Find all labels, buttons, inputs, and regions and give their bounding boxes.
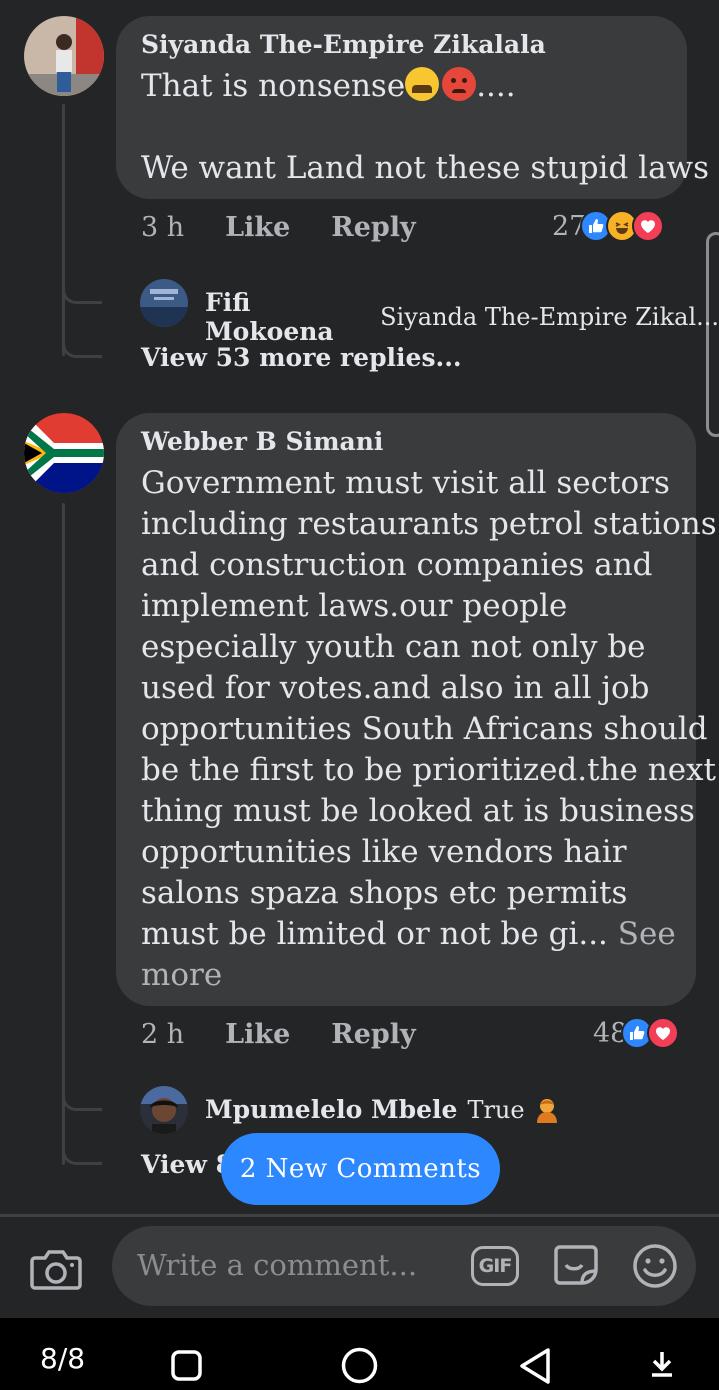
composer-divider xyxy=(0,1214,719,1217)
comment-line-suffix: .... xyxy=(476,68,516,104)
reply-connector xyxy=(62,336,102,358)
gif-icon: GIF xyxy=(478,1255,513,1277)
comment-author[interactable]: Webber B Simani xyxy=(141,427,383,456)
love-reaction-icon xyxy=(647,1017,680,1049)
comment-time: 3 h xyxy=(141,212,185,243)
like-button[interactable]: Like xyxy=(225,1019,290,1050)
angry-face-icon xyxy=(442,67,477,101)
comment-line: and construction companies and xyxy=(141,547,653,583)
avatar[interactable] xyxy=(140,279,188,327)
download-icon xyxy=(652,1352,672,1377)
comment-line: thing must be looked at is business xyxy=(141,793,695,829)
comment-input[interactable]: Write a comment... xyxy=(137,1248,417,1282)
system-navbar: 8/8 xyxy=(0,1318,719,1390)
page-counter: 8/8 xyxy=(40,1342,86,1375)
reply-button[interactable]: Reply xyxy=(331,212,415,243)
comment-composer[interactable]: Write a comment... GIF xyxy=(112,1226,696,1306)
camera-button[interactable] xyxy=(30,1244,82,1292)
avatar[interactable] xyxy=(24,413,104,493)
comment-text: That is nonsense.... xyxy=(141,66,516,107)
comment-line: used for votes.and also in all job xyxy=(141,670,650,706)
new-comments-button[interactable]: 2 New Comments xyxy=(221,1133,500,1205)
emoji-icon xyxy=(633,1244,677,1288)
see-more-link[interactable]: See xyxy=(618,916,676,952)
emoji-button[interactable] xyxy=(632,1243,678,1289)
comment-author[interactable]: Siyanda The-Empire Zikalala xyxy=(141,30,546,59)
view-more-replies[interactable]: View 8 xyxy=(141,1150,233,1179)
reply-preview[interactable]: Mpumelelo Mbele True xyxy=(205,1095,561,1124)
back-icon xyxy=(520,1348,550,1384)
comment-line: opportunities like vendors hair xyxy=(141,834,627,870)
comment-line: Government must visit all sectors xyxy=(141,465,670,501)
comment-time: 2 h xyxy=(141,1019,185,1050)
sticker-button[interactable] xyxy=(552,1241,600,1289)
comment-bubble[interactable]: Siyanda The-Empire Zikalala That is nons… xyxy=(116,16,709,199)
thread-line xyxy=(62,503,65,1165)
comment-line: opportunities South Africans should xyxy=(141,711,708,747)
camera-icon xyxy=(30,1250,82,1290)
comment-line: We want Land not these stupid laws xyxy=(141,150,710,186)
gif-button[interactable]: GIF xyxy=(471,1246,519,1286)
comment-line: implement laws.our people xyxy=(141,588,568,624)
comment-line: especially youth can not only be xyxy=(141,629,646,665)
sticker-icon xyxy=(554,1245,598,1285)
reply-connector xyxy=(62,282,102,304)
comment-line: including restaurants petrol stations xyxy=(141,506,717,542)
reply-preview[interactable]: Fifi Mokoena Siyanda The-Empire Zikal... xyxy=(205,288,719,346)
weary-face-icon xyxy=(405,67,440,101)
home-button[interactable] xyxy=(341,1347,378,1384)
comment-line: be the first to be prioritized.the next xyxy=(141,752,716,788)
comment-meta: 3 h Like Reply xyxy=(141,212,416,243)
reply-author[interactable]: Fifi Mokoena xyxy=(205,288,370,346)
reaction-summary[interactable]: 48 xyxy=(593,1017,680,1049)
person-emoji-icon xyxy=(533,1096,561,1124)
comment-text: Government must visit all sectors includ… xyxy=(141,463,717,996)
comment-line: must be limited or not be gi... See xyxy=(141,914,717,955)
back-button[interactable] xyxy=(518,1347,552,1385)
see-more-link[interactable]: more xyxy=(141,955,717,996)
love-reaction-icon xyxy=(632,210,665,242)
comment-line: salons spaza shops etc permits xyxy=(141,875,628,911)
reaction-summary[interactable]: 27 xyxy=(552,210,665,242)
home-icon xyxy=(341,1347,378,1384)
comment-line: That is nonsense xyxy=(141,68,406,104)
reply-connector xyxy=(62,1143,102,1165)
comment-line-part: must be limited or not be gi... xyxy=(141,916,608,952)
like-button[interactable]: Like xyxy=(225,212,290,243)
recents-icon xyxy=(171,1350,202,1381)
avatar[interactable] xyxy=(140,1086,188,1134)
reply-connector xyxy=(62,1089,102,1111)
reply-text: True xyxy=(467,1095,525,1124)
comment-meta: 2 h Like Reply xyxy=(141,1019,416,1050)
download-button[interactable] xyxy=(650,1350,674,1378)
reply-author[interactable]: Mpumelelo Mbele xyxy=(205,1095,457,1124)
reply-text: Siyanda The-Empire Zikal... xyxy=(380,303,719,331)
recents-button[interactable] xyxy=(171,1350,202,1381)
comment-bubble[interactable]: Webber B Simani Government must visit al… xyxy=(116,413,717,1006)
view-more-replies[interactable]: View 53 more replies... xyxy=(141,343,462,372)
thread-line xyxy=(62,104,65,356)
reply-button[interactable]: Reply xyxy=(331,1019,415,1050)
avatar[interactable] xyxy=(24,16,104,96)
